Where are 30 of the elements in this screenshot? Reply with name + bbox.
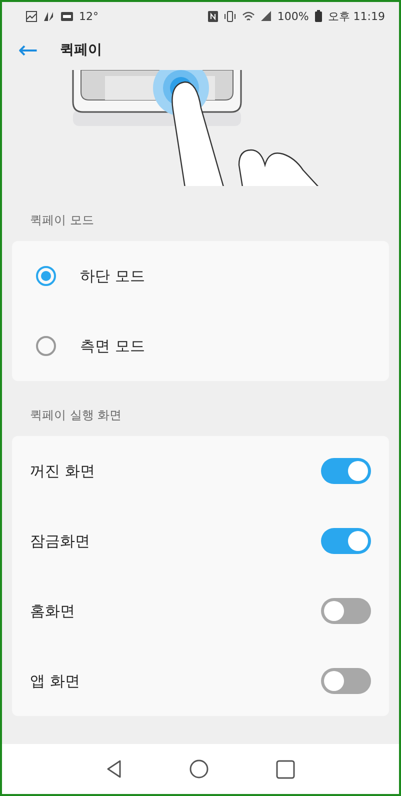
vibrate-icon — [224, 10, 236, 22]
option-label: 앱 화면 — [30, 672, 81, 690]
back-button[interactable]: ← — [18, 38, 38, 62]
section-header: 퀵페이 모드 — [29, 212, 95, 229]
option-label: 잠금화면 — [30, 532, 91, 550]
signal-icon — [261, 11, 272, 21]
toggle-switch[interactable] — [321, 528, 371, 554]
section-header: 퀵페이 실행 화면 — [29, 407, 123, 424]
clock-text: 오후 11:19 — [328, 8, 385, 24]
radio-button[interactable] — [36, 336, 56, 356]
image-icon — [26, 10, 37, 22]
option-label: 하단 모드 — [80, 266, 146, 286]
home-nav-icon[interactable] — [188, 759, 209, 779]
battery-percent: 100% — [277, 10, 309, 22]
recents-nav-icon[interactable] — [276, 760, 296, 778]
battery-icon — [314, 10, 322, 22]
toggle-switch[interactable] — [321, 598, 371, 624]
option-label: 측면 모드 — [80, 336, 146, 356]
option-label: 꺼진 화면 — [30, 462, 96, 480]
signal-off-icon — [43, 10, 55, 22]
toggle-switch[interactable] — [321, 668, 371, 694]
page-title: 퀵페이 — [60, 41, 102, 59]
radio-button[interactable] — [36, 266, 56, 286]
option-label: 홈화면 — [30, 602, 76, 620]
nfc-icon — [208, 10, 218, 22]
wifi-icon — [242, 10, 256, 22]
card-icon — [61, 12, 73, 20]
temperature-text: 12° — [79, 10, 98, 22]
back-nav-icon[interactable] — [106, 759, 122, 779]
toggle-switch[interactable] — [321, 458, 371, 484]
